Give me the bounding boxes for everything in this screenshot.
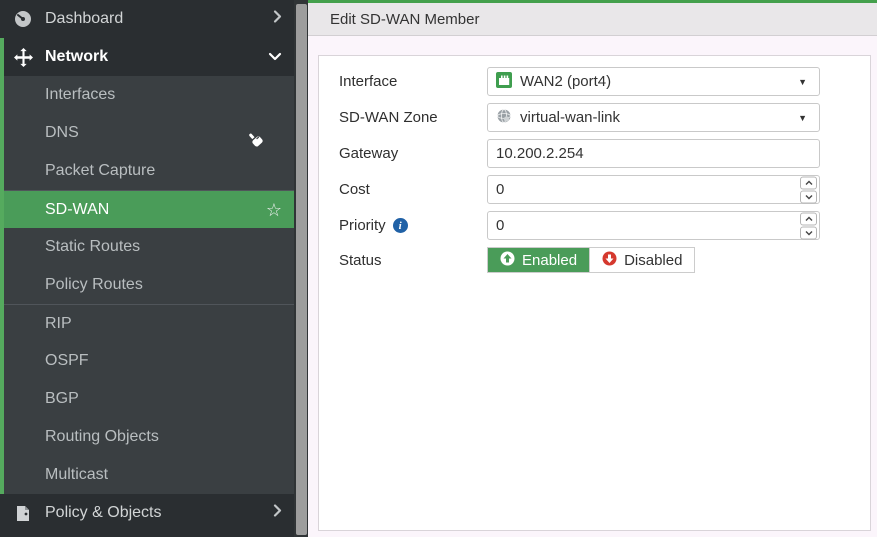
interface-select[interactable]: WAN2 (port4) ▼ (487, 67, 820, 96)
sidebar-item-label: BGP (45, 390, 79, 408)
sidebar: Dashboard Network Interfaces DNS Packet … (0, 0, 294, 537)
sidebar-item-label: Policy Routes (45, 276, 143, 294)
page-title: Edit SD-WAN Member (330, 11, 479, 28)
sidebar-item-label: Multicast (45, 466, 108, 484)
star-icon[interactable]: ☆ (266, 201, 282, 219)
status-label: Status (339, 252, 487, 269)
form-row-zone: SD-WAN Zone virtual-wan-link ▼ (339, 103, 870, 132)
form-row-status: Status Enabled Disabled (339, 247, 870, 273)
sidebar-item-label: Routing Objects (45, 428, 159, 446)
form-row-priority: Priority i (339, 211, 870, 240)
dropdown-caret-icon: ▼ (798, 113, 811, 123)
policy-icon (13, 503, 33, 523)
sidebar-item-network[interactable]: Network (0, 38, 294, 76)
edit-member-form: Interface WAN2 (port4) ▼ SD-WAN Zone vir… (318, 55, 871, 531)
interface-label: Interface (339, 73, 487, 90)
fortigate-window: Dashboard Network Interfaces DNS Packet … (0, 0, 877, 537)
sidebar-item-static-routes[interactable]: Static Routes (0, 228, 294, 266)
cost-label: Cost (339, 181, 487, 198)
zone-value: virtual-wan-link (520, 109, 620, 126)
info-icon[interactable]: i (393, 218, 408, 233)
priority-stepper (487, 211, 820, 240)
sidebar-item-routing-objects[interactable]: Routing Objects (0, 418, 294, 456)
ethernet-port-icon (496, 72, 512, 92)
priority-spin-buttons (800, 212, 817, 239)
spin-down-button[interactable] (800, 190, 817, 203)
gateway-field-wrap (487, 139, 820, 168)
status-toggle: Enabled Disabled (487, 247, 695, 273)
dropdown-caret-icon: ▼ (798, 77, 811, 87)
circle-down-arrow-icon (602, 251, 617, 270)
form-row-interface: Interface WAN2 (port4) ▼ (339, 67, 870, 96)
sidebar-item-policy-routes[interactable]: Policy Routes (0, 266, 294, 304)
chevron-down-icon (268, 48, 282, 66)
sidebar-item-dashboard[interactable]: Dashboard (0, 0, 294, 38)
sidebar-item-policy-objects[interactable]: Policy & Objects (0, 494, 294, 532)
sidebar-item-label: OSPF (45, 352, 89, 370)
spin-down-button[interactable] (800, 226, 817, 239)
move-icon (13, 47, 33, 67)
status-disabled-button[interactable]: Disabled (589, 248, 694, 272)
gauge-icon (13, 9, 33, 29)
sidebar-item-label: SD-WAN (45, 201, 109, 219)
cost-spin-buttons (800, 176, 817, 203)
zone-label: SD-WAN Zone (339, 109, 487, 126)
globe-icon (496, 108, 512, 128)
active-section-rail (0, 38, 4, 494)
chevron-right-icon (273, 10, 282, 29)
sidebar-item-label: Packet Capture (45, 162, 155, 180)
cost-stepper (487, 175, 820, 204)
form-row-cost: Cost (339, 175, 870, 204)
status-enabled-button[interactable]: Enabled (488, 248, 589, 272)
sidebar-item-rip[interactable]: RIP (0, 304, 294, 342)
zone-select[interactable]: virtual-wan-link ▼ (487, 103, 820, 132)
sidebar-item-label: RIP (45, 315, 72, 333)
gateway-field[interactable] (496, 145, 811, 162)
gateway-label: Gateway (339, 145, 487, 162)
spin-up-button[interactable] (800, 176, 817, 189)
priority-label: Priority (339, 217, 386, 234)
mouse-cursor-icon (245, 126, 271, 152)
sidebar-scrollbar-thumb[interactable] (296, 4, 307, 535)
sidebar-item-label: Interfaces (45, 86, 115, 104)
status-disabled-label: Disabled (624, 252, 682, 269)
sidebar-item-multicast[interactable]: Multicast (0, 456, 294, 494)
content-panel: Edit SD-WAN Member Interface WAN2 (port4… (308, 0, 877, 537)
sidebar-item-label: DNS (45, 124, 79, 142)
sidebar-item-packet-capture[interactable]: Packet Capture (0, 152, 294, 190)
sidebar-scrollbar[interactable] (294, 0, 308, 537)
cost-field[interactable] (496, 181, 795, 198)
panel-header: Edit SD-WAN Member (308, 3, 877, 36)
status-enabled-label: Enabled (522, 252, 577, 269)
spin-up-button[interactable] (800, 212, 817, 225)
interface-value: WAN2 (port4) (520, 73, 611, 90)
circle-up-arrow-icon (500, 251, 515, 270)
sidebar-item-label: Static Routes (45, 238, 140, 256)
sidebar-item-sd-wan[interactable]: SD-WAN ☆ (0, 190, 294, 228)
sidebar-item-bgp[interactable]: BGP (0, 380, 294, 418)
form-row-gateway: Gateway (339, 139, 870, 168)
priority-field[interactable] (496, 217, 795, 234)
sidebar-item-ospf[interactable]: OSPF (0, 342, 294, 380)
sidebar-item-interfaces[interactable]: Interfaces (0, 76, 294, 114)
chevron-right-icon (273, 504, 282, 523)
